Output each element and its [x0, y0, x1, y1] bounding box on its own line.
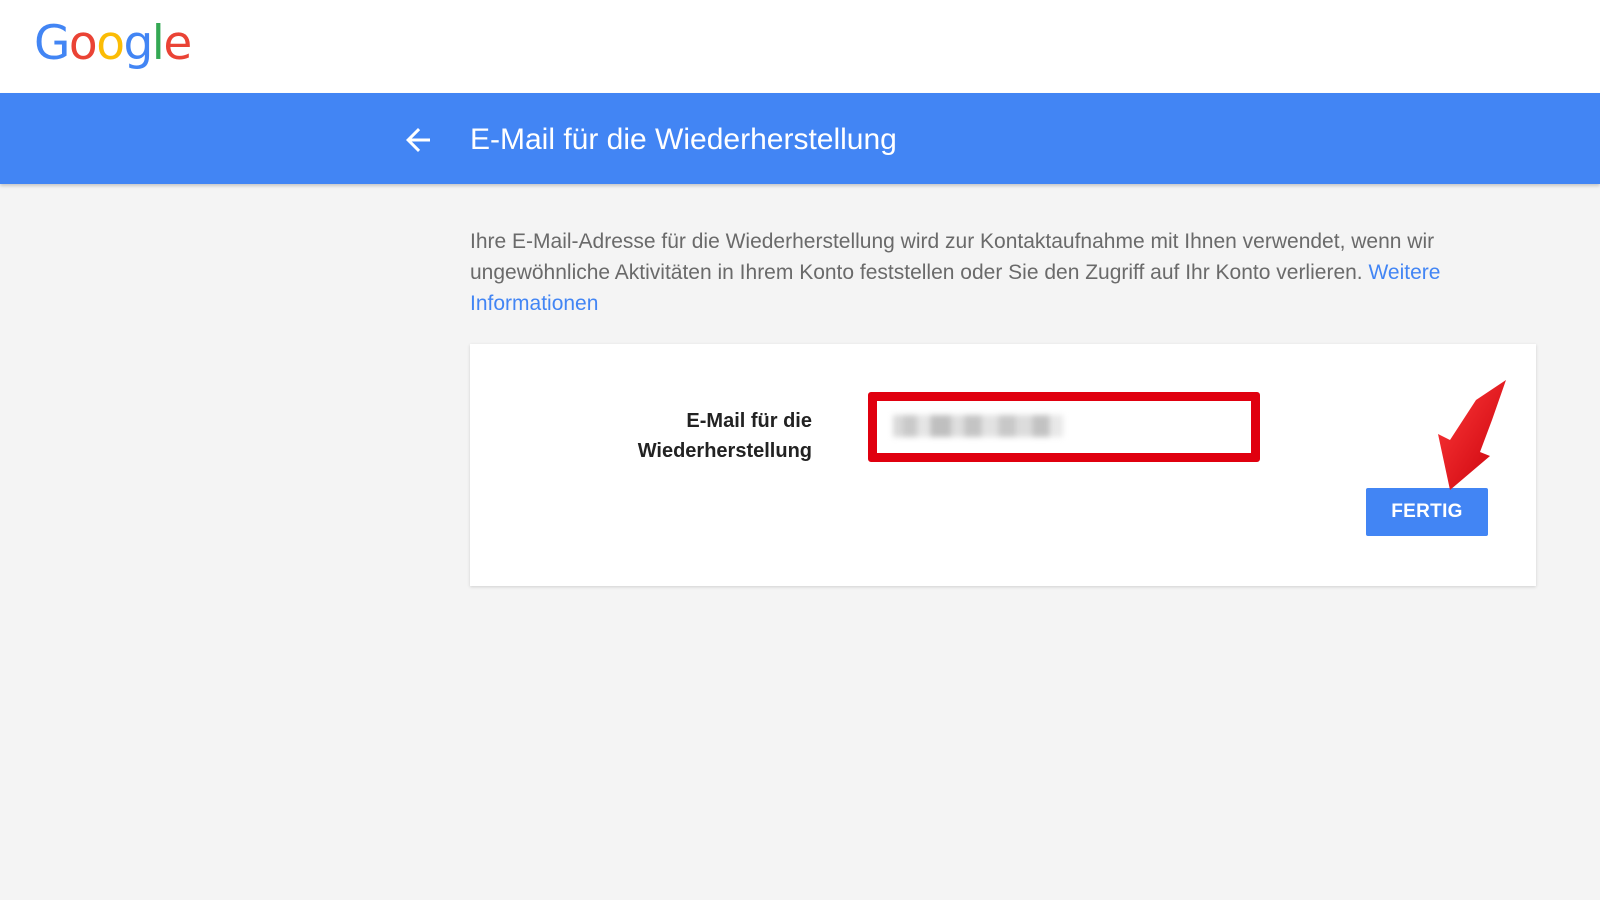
recovery-email-value: [893, 415, 1063, 437]
arrow-back-icon[interactable]: [400, 122, 436, 158]
google-logo[interactable]: Google: [34, 14, 192, 74]
page-title: E-Mail für die Wiederherstellung: [470, 123, 897, 156]
top-bar: Google: [0, 0, 1600, 93]
logo-letter: e: [163, 16, 192, 71]
logo-letter: o: [96, 16, 125, 71]
description-text: Ihre E-Mail-Adresse für die Wiederherste…: [470, 226, 1540, 319]
recovery-email-label: E-Mail für die Wiederherstellung: [637, 410, 812, 462]
recovery-email-input[interactable]: [868, 392, 1260, 462]
logo-letter: l: [151, 16, 165, 71]
logo-letter: o: [68, 16, 98, 71]
logo-letter: G: [34, 16, 70, 71]
done-button[interactable]: FERTIG: [1366, 488, 1488, 536]
recovery-email-card: E-Mail für die Wiederherstellung FERTIG: [470, 344, 1536, 586]
description-body: Ihre E-Mail-Adresse für die Wiederherste…: [470, 230, 1435, 284]
logo-letter: g: [123, 16, 153, 71]
